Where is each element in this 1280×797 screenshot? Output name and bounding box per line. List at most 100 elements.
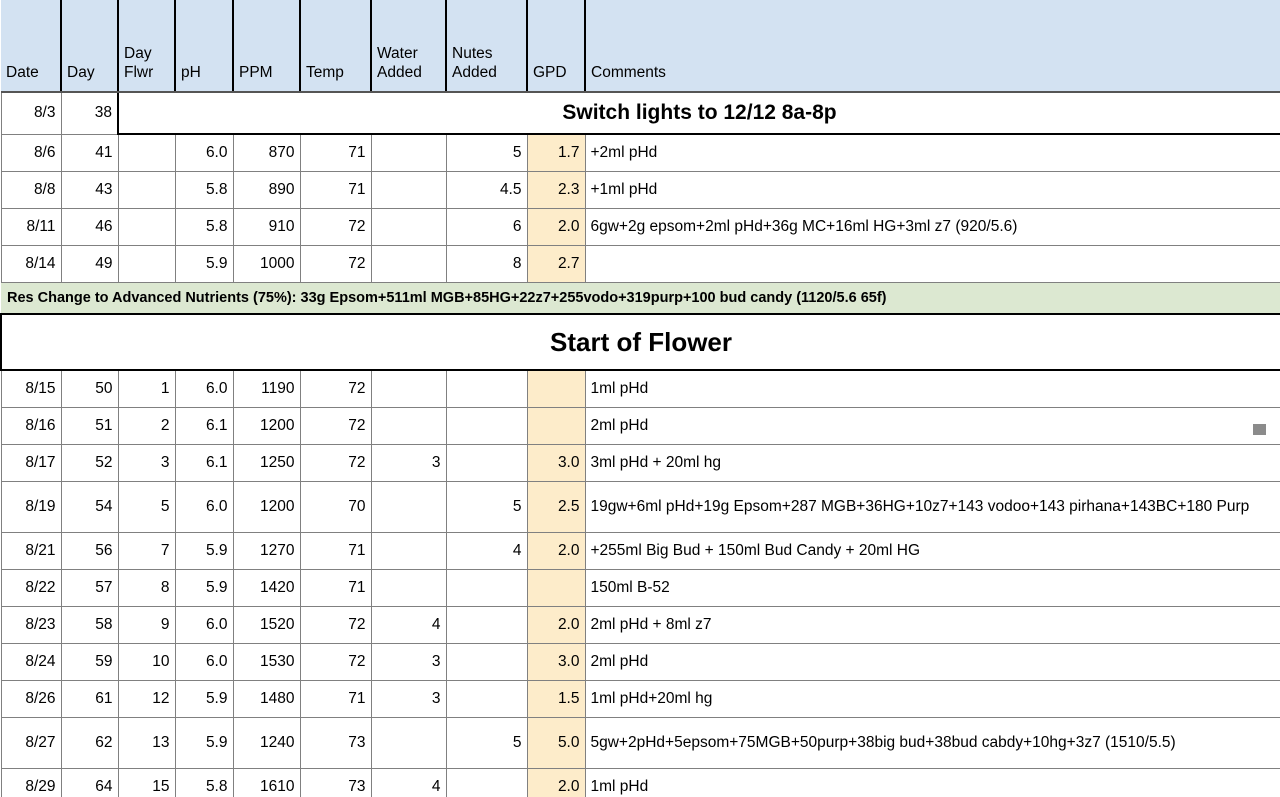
cell-ppm[interactable]: 910 <box>232 208 301 246</box>
cell-ppm[interactable]: 1520 <box>232 606 301 644</box>
cell-water-added[interactable]: 4 <box>370 606 447 644</box>
cell-comments[interactable]: 3ml pHd + 20ml hg <box>584 444 1280 482</box>
cell-date[interactable]: 8/24 <box>0 643 62 681</box>
cell-gpd[interactable]: 1.5 <box>526 680 586 718</box>
cell-comments[interactable]: 2ml pHd <box>584 407 1280 445</box>
column-header-gpd[interactable]: GPD <box>526 0 586 93</box>
cell-temp[interactable]: 72 <box>299 369 372 408</box>
cell-gpd[interactable]: 3.0 <box>526 643 586 681</box>
cell-temp[interactable]: 71 <box>299 171 372 209</box>
cell-ph[interactable]: 6.0 <box>174 643 234 681</box>
cell-gpd[interactable]: 2.7 <box>526 245 586 283</box>
cell-ppm[interactable]: 1270 <box>232 532 301 570</box>
cell-ppm[interactable]: 1610 <box>232 768 301 797</box>
cell-day[interactable]: 57 <box>60 569 119 607</box>
cell-day[interactable]: 59 <box>60 643 119 681</box>
cell-day[interactable]: 49 <box>60 245 119 283</box>
cell-temp[interactable]: 73 <box>299 717 372 769</box>
cell-comments[interactable]: 1ml pHd <box>584 768 1280 797</box>
cell-nutes-added[interactable]: 6 <box>445 208 528 246</box>
cell-date[interactable]: 8/3 <box>0 91 62 135</box>
cell-day[interactable]: 51 <box>60 407 119 445</box>
cell-gpd[interactable]: 3.0 <box>526 444 586 482</box>
cell-ph[interactable]: 6.0 <box>174 481 234 533</box>
cell-water-added[interactable] <box>370 208 447 246</box>
cell-ppm[interactable]: 1240 <box>232 717 301 769</box>
column-header-temp[interactable]: Temp <box>299 0 372 93</box>
cell-day[interactable]: 41 <box>60 133 119 172</box>
cell-ppm[interactable]: 1480 <box>232 680 301 718</box>
cell-comments[interactable] <box>584 245 1280 283</box>
cell-comments[interactable]: 5gw+2pHd+5epsom+75MGB+50purp+38big bud+3… <box>584 717 1280 769</box>
cell-day-flwr[interactable] <box>117 133 176 172</box>
spreadsheet-grid[interactable]: Date Day Day Flwr pH PPM Temp Water Added … <box>0 0 1280 797</box>
cell-date[interactable]: 8/23 <box>0 606 62 644</box>
cell-nutes-added[interactable] <box>445 606 528 644</box>
cell-date[interactable]: 8/16 <box>0 407 62 445</box>
cell-ph[interactable]: 5.9 <box>174 532 234 570</box>
cell-gpd[interactable] <box>526 369 586 408</box>
cell-ph[interactable]: 6.0 <box>174 133 234 172</box>
cell-nutes-added[interactable]: 8 <box>445 245 528 283</box>
cell-nutes-added[interactable] <box>445 643 528 681</box>
cell-nutes-added[interactable] <box>445 369 528 408</box>
cell-nutes-added[interactable] <box>445 444 528 482</box>
cell-ppm[interactable]: 890 <box>232 171 301 209</box>
cell-day[interactable]: 38 <box>60 91 119 135</box>
res-change-label[interactable]: Res Change to Advanced Nutrients (75%): … <box>1 282 1280 315</box>
cell-day[interactable]: 58 <box>60 606 119 644</box>
cell-water-added[interactable] <box>370 481 447 533</box>
cell-ph[interactable]: 6.1 <box>174 444 234 482</box>
cell-comments[interactable]: 6gw+2g epsom+2ml pHd+36g MC+16ml HG+3ml … <box>584 208 1280 246</box>
cell-water-added[interactable] <box>370 717 447 769</box>
cell-ppm[interactable]: 1250 <box>232 444 301 482</box>
cell-day-flwr[interactable]: 9 <box>117 606 176 644</box>
cell-temp[interactable]: 72 <box>299 643 372 681</box>
cell-temp[interactable]: 72 <box>299 407 372 445</box>
cell-nutes-added[interactable]: 5 <box>445 133 528 172</box>
cell-day[interactable]: 46 <box>60 208 119 246</box>
cell-comments[interactable]: +2ml pHd <box>584 133 1280 172</box>
column-header-day[interactable]: Day <box>60 0 119 93</box>
cell-gpd[interactable]: 2.0 <box>526 208 586 246</box>
cell-temp[interactable]: 73 <box>299 768 372 797</box>
cell-nutes-added[interactable]: 5 <box>445 481 528 533</box>
column-header-date[interactable]: Date <box>1 0 62 93</box>
cell-ppm[interactable]: 1190 <box>232 369 301 408</box>
cell-day-flwr[interactable]: 7 <box>117 532 176 570</box>
cell-date[interactable]: 8/11 <box>0 208 62 246</box>
cell-day[interactable]: 50 <box>60 369 119 408</box>
cell-ph[interactable]: 6.0 <box>174 606 234 644</box>
cell-comments[interactable]: +255ml Big Bud + 150ml Bud Candy + 20ml … <box>584 532 1280 570</box>
cell-nutes-added[interactable] <box>445 569 528 607</box>
cell-comments[interactable]: 19gw+6ml pHd+19g Epsom+287 MGB+36HG+10z7… <box>584 481 1280 533</box>
cell-date[interactable]: 8/29 <box>0 768 62 797</box>
cell-temp[interactable]: 70 <box>299 481 372 533</box>
cell-water-added[interactable]: 3 <box>370 444 447 482</box>
cell-nutes-added[interactable]: 4 <box>445 532 528 570</box>
cell-day-flwr[interactable]: 12 <box>117 680 176 718</box>
cell-water-added[interactable] <box>370 532 447 570</box>
cell-water-added[interactable] <box>370 407 447 445</box>
column-header-comments[interactable]: Comments <box>584 0 1280 93</box>
cell-date[interactable]: 8/19 <box>0 481 62 533</box>
cell-water-added[interactable] <box>370 133 447 172</box>
cell-nutes-added[interactable]: 5 <box>445 717 528 769</box>
cell-day[interactable]: 52 <box>60 444 119 482</box>
cell-water-added[interactable] <box>370 245 447 283</box>
cell-gpd[interactable]: 2.5 <box>526 481 586 533</box>
cell-ph[interactable]: 6.1 <box>174 407 234 445</box>
cell-ppm[interactable]: 870 <box>232 133 301 172</box>
cell-day-flwr[interactable]: 8 <box>117 569 176 607</box>
cell-day-flwr[interactable]: 5 <box>117 481 176 533</box>
cell-temp[interactable]: 72 <box>299 208 372 246</box>
cell-nutes-added[interactable] <box>445 680 528 718</box>
cell-ppm[interactable]: 1420 <box>232 569 301 607</box>
cell-temp[interactable]: 72 <box>299 245 372 283</box>
cell-gpd[interactable]: 2.0 <box>526 606 586 644</box>
cell-water-added[interactable]: 3 <box>370 643 447 681</box>
cell-gpd[interactable] <box>526 407 586 445</box>
cell-temp[interactable]: 72 <box>299 606 372 644</box>
banner-start-of-flower-label[interactable]: Start of Flower <box>0 313 1280 371</box>
cell-day[interactable]: 64 <box>60 768 119 797</box>
